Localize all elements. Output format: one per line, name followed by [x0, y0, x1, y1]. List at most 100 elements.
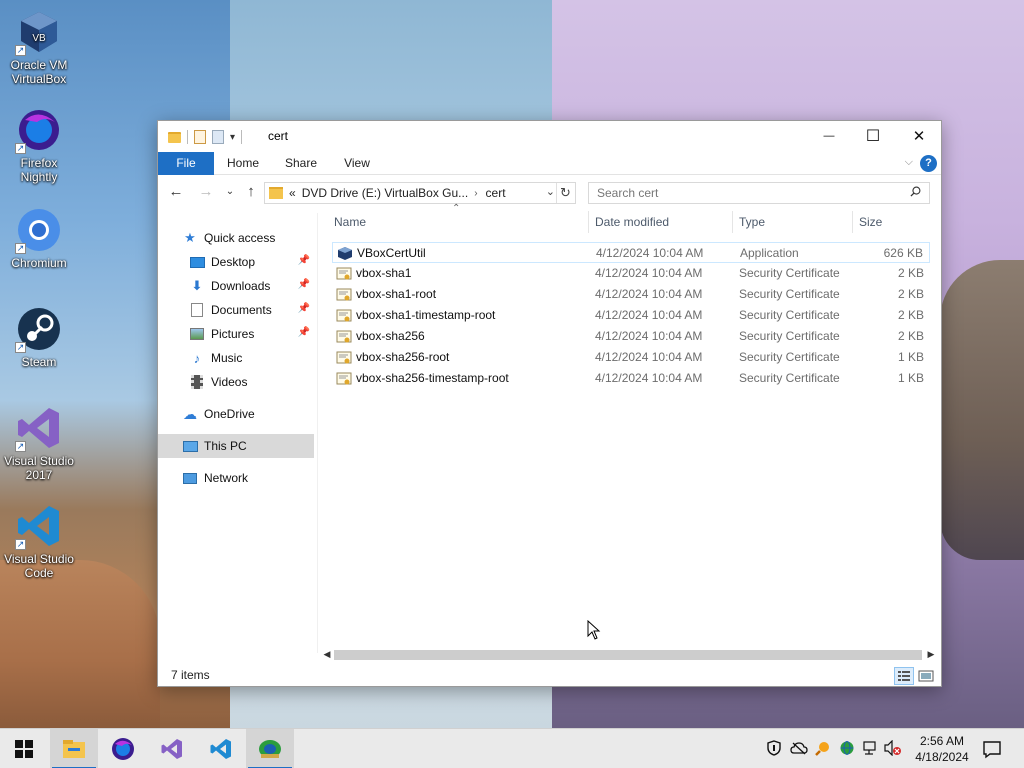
- wallpaper-sand: [0, 560, 160, 728]
- nav-documents[interactable]: Documents 📌: [158, 298, 314, 322]
- certificate-icon: [336, 330, 352, 343]
- forward-button[interactable]: →: [196, 183, 216, 201]
- desktop-icon-firefox-nightly[interactable]: ↗ Firefox Nightly: [1, 106, 77, 184]
- search-magnifier-icon[interactable]: [814, 739, 832, 757]
- nav-label: OneDrive: [204, 407, 255, 421]
- search-icon: [910, 186, 921, 197]
- nav-onedrive[interactable]: ☁ OneDrive: [158, 402, 314, 426]
- desktop-icon-steam[interactable]: ↗ Steam: [1, 305, 77, 369]
- tab-home[interactable]: Home: [218, 152, 268, 175]
- file-date: 4/12/2024 10:04 AM: [595, 308, 703, 322]
- table-row[interactable]: vbox-sha256-root 4/12/2024 10:04 AM Secu…: [332, 347, 930, 368]
- desktop-folder-icon: [189, 254, 205, 270]
- pin-icon[interactable]: 📌: [298, 303, 310, 314]
- star-icon: ★: [184, 230, 196, 245]
- details-view-icon: [898, 671, 910, 681]
- up-button[interactable]: ↑: [241, 183, 261, 201]
- windows-security-icon[interactable]: [765, 739, 783, 757]
- nav-label: Videos: [211, 375, 248, 389]
- desktop-icon-virtualbox[interactable]: VB ↗ Oracle VM VirtualBox: [1, 8, 77, 86]
- tab-share[interactable]: Share: [276, 152, 326, 175]
- taskbar-visual-studio[interactable]: [148, 729, 196, 768]
- maximize-button[interactable]: ☐: [850, 121, 896, 151]
- file-date: 4/12/2024 10:04 AM: [595, 371, 703, 385]
- customize-toolbar-chevron-icon[interactable]: ▾: [230, 132, 235, 143]
- address-bar[interactable]: « DVD Drive (E:) VirtualBox Gu... › cert…: [264, 182, 576, 204]
- new-folder-icon[interactable]: [212, 130, 224, 144]
- refresh-button[interactable]: ↻: [556, 183, 574, 203]
- system-clock[interactable]: 2:56 AM 4/18/2024: [905, 733, 979, 765]
- music-note-icon: ♪: [193, 350, 201, 366]
- start-button[interactable]: [0, 729, 48, 768]
- recent-locations-chevron-icon[interactable]: ⌄: [220, 183, 240, 201]
- breadcrumb-separator-chevron-icon[interactable]: ›: [474, 188, 477, 199]
- scrollbar-thumb[interactable]: [334, 650, 922, 660]
- column-header-name[interactable]: Name: [328, 207, 585, 237]
- breadcrumb-overflow[interactable]: «: [289, 186, 296, 200]
- nav-downloads[interactable]: ⬇ Downloads 📌: [158, 274, 314, 298]
- tab-file[interactable]: File: [158, 152, 214, 175]
- column-header-size[interactable]: Size: [853, 207, 931, 237]
- expand-ribbon-chevron-icon[interactable]: ⌵: [905, 156, 913, 169]
- scrollbar-track[interactable]: [334, 650, 922, 660]
- table-row[interactable]: vbox-sha1-timestamp-root 4/12/2024 10:04…: [332, 305, 930, 326]
- table-row[interactable]: VBoxCertUtil 4/12/2024 10:04 AM Applicat…: [332, 242, 930, 263]
- table-row[interactable]: vbox-sha256-timestamp-root 4/12/2024 10:…: [332, 368, 930, 389]
- desktop-icon-vscode[interactable]: ↗ Visual Studio Code: [1, 502, 77, 580]
- firefox-nightly-icon: ↗: [15, 106, 63, 154]
- item-count: 7 items: [171, 668, 210, 682]
- taskbar-virtualbox-installer[interactable]: [246, 729, 294, 768]
- file-size: 2 KB: [897, 287, 924, 301]
- taskbar-file-explorer[interactable]: [50, 729, 98, 768]
- horizontal-scrollbar[interactable]: ◀ ▶: [320, 647, 940, 661]
- nav-videos[interactable]: Videos: [158, 370, 314, 394]
- address-dropdown-chevron-icon[interactable]: ⌄: [546, 185, 555, 198]
- scroll-left-chevron-icon[interactable]: ◀: [320, 647, 334, 661]
- table-row[interactable]: vbox-sha1-root 4/12/2024 10:04 AM Securi…: [332, 284, 930, 305]
- breadcrumb-dvd-drive[interactable]: DVD Drive (E:) VirtualBox Gu...: [302, 186, 469, 200]
- file-type: Security Certificate: [739, 308, 840, 322]
- volume-muted-icon[interactable]: [884, 739, 902, 757]
- network-globe-icon[interactable]: [838, 739, 856, 757]
- table-row[interactable]: vbox-sha256 4/12/2024 10:04 AM Security …: [332, 326, 930, 347]
- nav-label: This PC: [204, 439, 247, 453]
- desktop-icon-chromium[interactable]: ↗ Chromium: [1, 206, 77, 270]
- properties-icon[interactable]: [194, 130, 206, 144]
- column-header-date-modified[interactable]: Date modified: [589, 207, 731, 237]
- nav-network[interactable]: Network: [158, 466, 314, 490]
- pin-icon[interactable]: 📌: [298, 327, 310, 338]
- action-center-button[interactable]: [980, 737, 1004, 761]
- onedrive-offline-icon[interactable]: [790, 739, 808, 757]
- wallpaper-rock: [940, 260, 1024, 560]
- nav-label: Music: [211, 351, 243, 365]
- search-box[interactable]: [588, 182, 930, 204]
- nav-desktop[interactable]: Desktop 📌: [158, 250, 314, 274]
- close-button[interactable]: ✕: [896, 121, 942, 151]
- maximize-icon: ☐: [865, 128, 881, 145]
- minimize-button[interactable]: —: [806, 121, 852, 151]
- taskbar-vscode[interactable]: [197, 729, 245, 768]
- scroll-right-chevron-icon[interactable]: ▶: [924, 647, 938, 661]
- notification-icon: [983, 741, 1001, 759]
- search-input[interactable]: [597, 186, 897, 200]
- breadcrumb-cert[interactable]: cert: [486, 186, 506, 200]
- nav-pictures[interactable]: Pictures 📌: [158, 322, 314, 346]
- column-header-type[interactable]: Type: [733, 207, 851, 237]
- file-size: 2 KB: [897, 266, 924, 280]
- large-icons-view-button[interactable]: [916, 667, 936, 685]
- back-button[interactable]: ←: [166, 183, 186, 201]
- help-button[interactable]: ?: [920, 155, 937, 172]
- desktop-icon-visual-studio[interactable]: ↗ Visual Studio 2017: [1, 404, 77, 482]
- title-bar[interactable]: ▾ cert — ☐ ✕: [158, 121, 941, 151]
- taskbar-firefox-nightly[interactable]: [99, 729, 147, 768]
- details-view-button[interactable]: [894, 667, 914, 685]
- pin-icon[interactable]: 📌: [298, 255, 310, 266]
- table-row[interactable]: vbox-sha1 4/12/2024 10:04 AM Security Ce…: [332, 263, 930, 284]
- file-type: Application: [740, 246, 799, 260]
- wired-network-icon[interactable]: [862, 739, 880, 757]
- nav-music[interactable]: ♪ Music: [158, 346, 314, 370]
- nav-quick-access[interactable]: ★ Quick access: [158, 226, 314, 250]
- tab-view[interactable]: View: [332, 152, 382, 175]
- pin-icon[interactable]: 📌: [298, 279, 310, 290]
- nav-this-pc[interactable]: This PC: [158, 434, 314, 458]
